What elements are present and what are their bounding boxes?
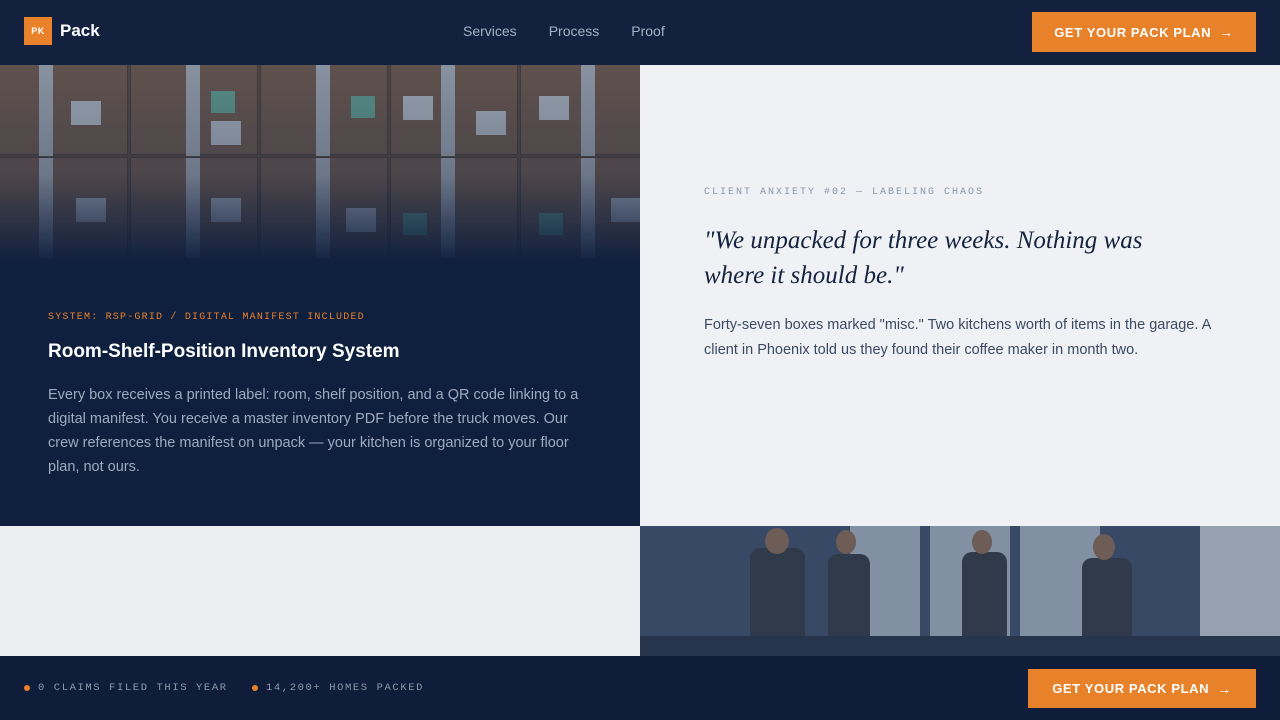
anxiety-label: CLIENT ANXIETY #02 — LABELING CHAOS: [704, 187, 985, 198]
client-quote: "We unpacked for three weeks. Nothing wa…: [704, 227, 1143, 289]
photo-fade-overlay: [0, 65, 640, 265]
nav-item-services[interactable]: Services: [463, 23, 517, 39]
arrow-right-icon: →: [1217, 680, 1232, 697]
stat-homes-text: 14,200+ HOMES PACKED: [266, 682, 425, 694]
feature-title: Room-Shelf-Position Inventory System: [48, 341, 400, 362]
boxes-photo: [0, 65, 640, 265]
brand-name: Pack: [60, 21, 100, 40]
feature-panel: SYSTEM: RSP-GRID / DIGITAL MANIFEST INCL…: [0, 65, 640, 526]
feature-description: Every box receives a printed label: room…: [48, 387, 579, 475]
kitchen-crew-photo: [640, 526, 1280, 656]
header-cta-button[interactable]: GET YOUR PACK PLAN →: [1032, 12, 1256, 52]
footer-cta-label: GET YOUR PACK PLAN: [1052, 681, 1210, 696]
anxiety-description: Forty-seven boxes marked "misc." Two kit…: [704, 317, 1211, 358]
nav-item-process[interactable]: Process: [549, 23, 600, 39]
stat-claims: 0 CLAIMS FILED THIS YEAR: [24, 682, 228, 694]
site-header: PK Pack Services Process Proof GET YOUR …: [0, 0, 1280, 65]
dot-icon: [252, 685, 258, 691]
footer-bar: 0 CLAIMS FILED THIS YEAR 14,200+ HOMES P…: [0, 656, 1280, 720]
header-cta-label: GET YOUR PACK PLAN: [1054, 24, 1212, 40]
stat-homes: 14,200+ HOMES PACKED: [252, 682, 424, 694]
stat-claims-text: 0 CLAIMS FILED THIS YEAR: [38, 682, 228, 694]
nav-item-proof[interactable]: Proof: [631, 23, 664, 39]
anxiety-panel: CLIENT ANXIETY #02 — LABELING CHAOS "We …: [640, 65, 1280, 526]
arrow-right-icon: →: [1219, 24, 1234, 40]
logo-mark: PK: [24, 17, 52, 45]
main-nav: Services Process Proof: [463, 23, 665, 39]
system-label: SYSTEM: RSP-GRID / DIGITAL MANIFEST INCL…: [48, 312, 365, 323]
dot-icon: [24, 685, 30, 691]
brand-logo[interactable]: PK Pack: [24, 17, 100, 45]
bottom-left-panel: [0, 526, 640, 656]
footer-cta-button[interactable]: GET YOUR PACK PLAN →: [1028, 669, 1256, 708]
